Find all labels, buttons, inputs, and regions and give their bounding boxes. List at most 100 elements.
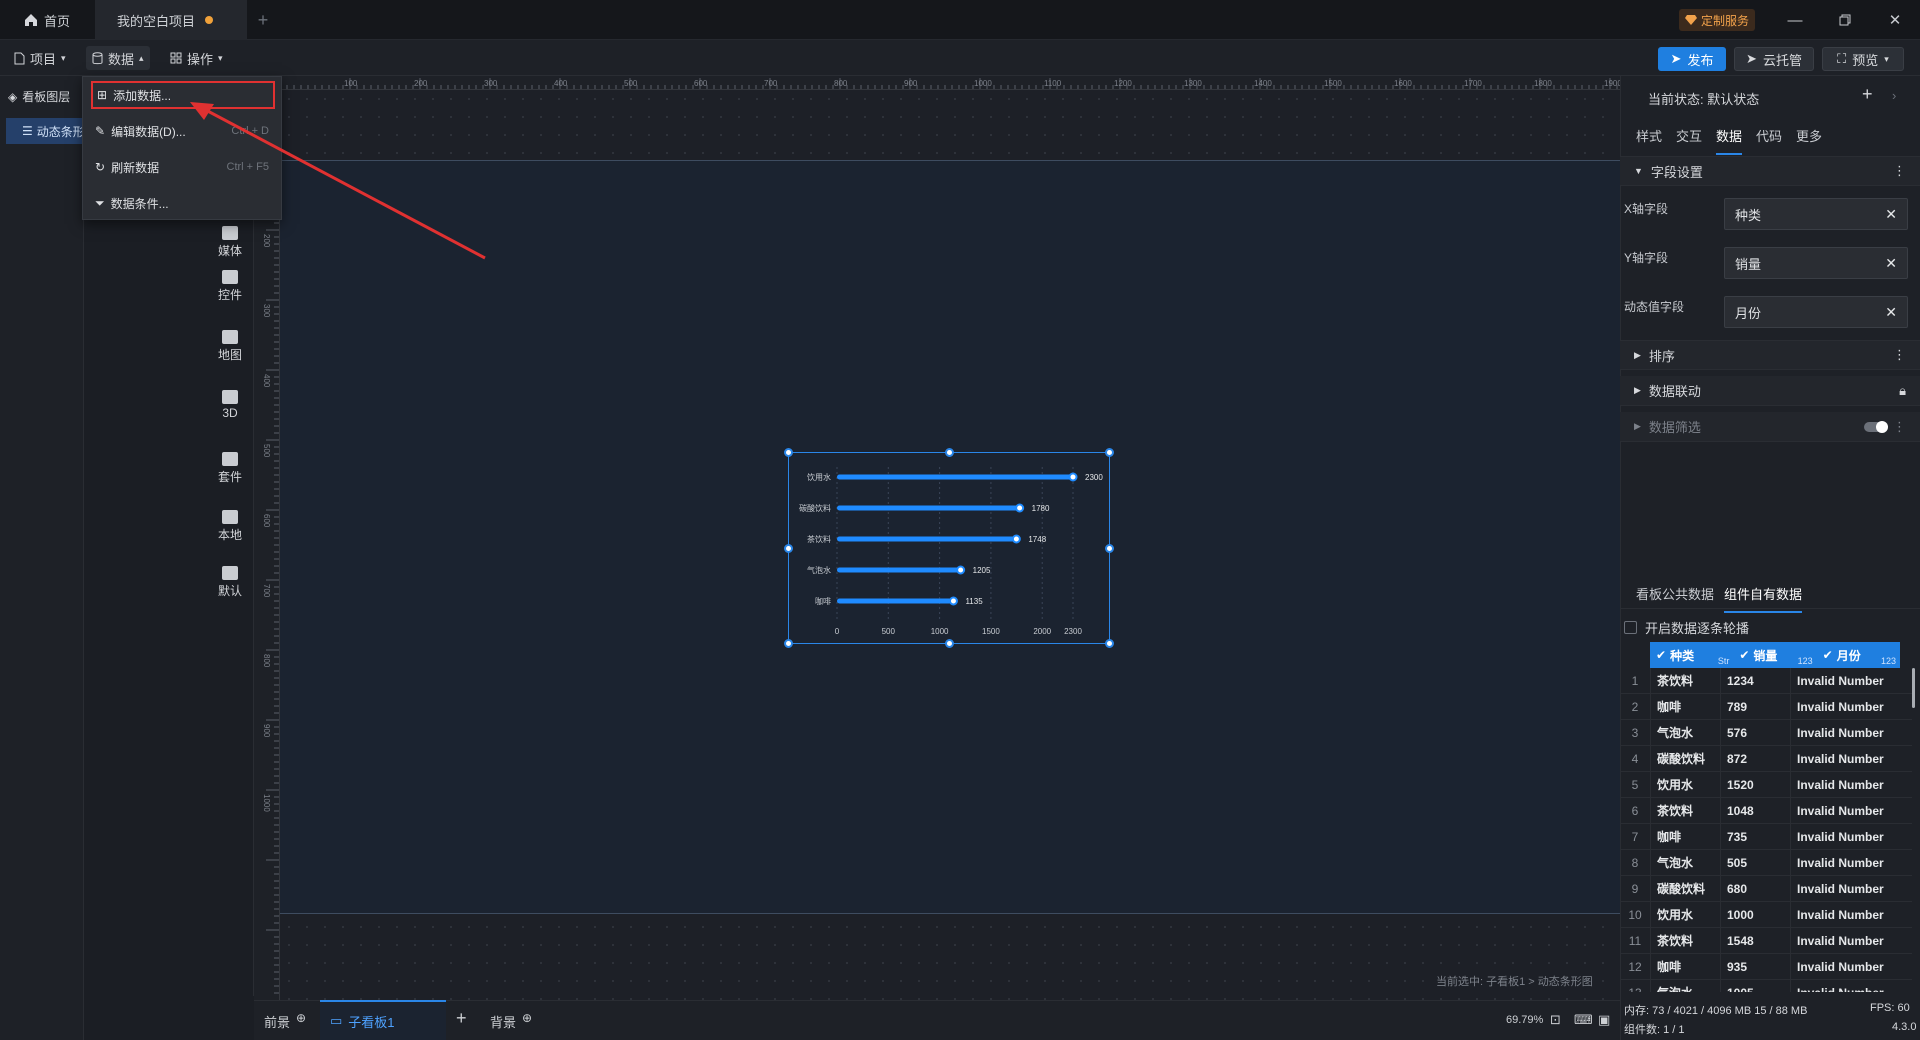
x-field-input[interactable]: 种类 ✕ [1724,198,1908,230]
component-category[interactable]: 地图 [206,330,254,363]
component-category[interactable]: 本地 [206,510,254,543]
table-cell[interactable]: Invalid Number [1790,824,1900,849]
table-cell[interactable]: 碳酸饮料 [1650,876,1720,901]
table-row[interactable]: 9 碳酸饮料 680 Invalid Number [1620,876,1912,902]
resize-handle[interactable] [1105,544,1114,553]
table-cell[interactable]: 872 [1720,746,1790,771]
keyboard-icon[interactable]: ⌨ [1574,1012,1593,1028]
table-cell[interactable]: Invalid Number [1790,850,1900,875]
table-cell[interactable]: 茶饮料 [1650,668,1720,693]
table-row[interactable]: 1 茶饮料 1234 Invalid Number [1620,668,1912,694]
table-row[interactable]: 6 茶饮料 1048 Invalid Number [1620,798,1912,824]
restore-button[interactable] [1820,0,1870,40]
table-row[interactable]: 4 碳酸饮料 872 Invalid Number [1620,746,1912,772]
cloud-hosting-button[interactable]: ➤ 云托管 [1734,47,1814,71]
resize-handle[interactable] [784,448,793,457]
data-linkage-section[interactable]: ▶ 数据联动 🔒︎ [1620,376,1920,406]
table-row[interactable]: 3 气泡水 576 Invalid Number [1620,720,1912,746]
table-cell[interactable]: 碳酸饮料 [1650,746,1720,771]
resize-handle[interactable] [784,639,793,648]
more-vertical-icon[interactable]: ⋮ [1893,419,1906,435]
table-cell[interactable]: 气泡水 [1650,720,1720,745]
table-cell[interactable]: 1520 [1720,772,1790,797]
sub-board-tab[interactable]: ▭ 子看板1 [320,1000,446,1040]
resize-handle[interactable] [945,448,954,457]
add-state-button[interactable]: + [1862,84,1873,105]
table-cell[interactable]: Invalid Number [1790,876,1900,901]
component-category[interactable]: 默认 [206,566,254,599]
table-cell[interactable]: Invalid Number [1790,980,1900,992]
component-category[interactable]: 套件 [206,452,254,485]
column-header-type[interactable]: ✔ 种类 Str [1650,642,1733,668]
add-tab-button[interactable]: + [247,0,279,40]
terminal-icon[interactable]: ▣ [1598,1012,1610,1028]
table-cell[interactable]: 1234 [1720,668,1790,693]
table-cell[interactable]: Invalid Number [1790,694,1900,719]
table-cell[interactable]: 680 [1720,876,1790,901]
table-cell[interactable]: Invalid Number [1790,902,1900,927]
foreground-tab[interactable]: 前景 ⊕ [264,1011,306,1031]
chevron-right-icon[interactable]: › [1892,88,1896,103]
carousel-checkbox[interactable] [1624,621,1637,634]
table-row[interactable]: 10 饮用水 1000 Invalid Number [1620,902,1912,928]
table-cell[interactable]: 1048 [1720,798,1790,823]
data-filter-section[interactable]: ▶ 数据筛选 ⋮ [1620,412,1920,442]
resize-handle[interactable] [945,639,954,648]
y-field-input[interactable]: 销量 ✕ [1724,247,1908,279]
preview-button[interactable]: ⛶ 预览 ▾ [1822,47,1904,71]
table-row[interactable]: 11 茶饮料 1548 Invalid Number [1620,928,1912,954]
tab-home[interactable]: 首页 [10,0,92,40]
table-cell[interactable]: Invalid Number [1790,928,1900,953]
clear-icon[interactable]: ✕ [1885,304,1897,321]
table-scrollbar[interactable] [1912,668,1915,708]
resize-handle[interactable] [784,544,793,553]
table-cell[interactable]: 505 [1720,850,1790,875]
custom-service-button[interactable]: 定制服务 [1679,9,1756,31]
more-vertical-icon[interactable]: ⋮ [1893,163,1906,179]
table-cell[interactable]: 茶饮料 [1650,798,1720,823]
menu-operation[interactable]: 操作 ▾ [164,46,229,70]
table-cell[interactable]: 1548 [1720,928,1790,953]
table-cell[interactable]: 饮用水 [1650,902,1720,927]
table-cell[interactable]: 789 [1720,694,1790,719]
tab-interaction[interactable]: 交互 [1676,126,1702,145]
tab-project[interactable]: 我的空白项目 [95,0,247,40]
add-circle-icon[interactable]: ⊕ [522,1011,532,1025]
fit-screen-icon[interactable]: ⊡ [1550,1012,1561,1028]
bar-chart-component[interactable]: 0 500 1000 1500 2000 2300 饮用水 2300 碳酸饮料 1780 茶饮料 17… [784,448,1114,648]
clear-icon[interactable]: ✕ [1885,255,1897,272]
table-cell[interactable]: Invalid Number [1790,954,1900,979]
table-row[interactable]: 5 饮用水 1520 Invalid Number [1620,772,1912,798]
column-header-month[interactable]: ✔ 月份 123 [1817,642,1900,668]
layer-item[interactable]: ☰ 动态条形图 [6,118,84,144]
carousel-option[interactable]: 开启数据逐条轮播 [1624,618,1749,637]
minimize-button[interactable]: — [1770,0,1820,40]
table-cell[interactable]: Invalid Number [1790,746,1900,771]
close-window-button[interactable]: ✕ [1870,0,1920,40]
table-cell[interactable]: 咖啡 [1650,824,1720,849]
table-cell[interactable]: 咖啡 [1650,954,1720,979]
clear-icon[interactable]: ✕ [1885,206,1897,223]
add-board-button[interactable]: + [456,1008,467,1029]
dynamic-field-input[interactable]: 月份 ✕ [1724,296,1908,328]
table-cell[interactable]: 1005 [1720,980,1790,992]
table-cell[interactable]: 735 [1720,824,1790,849]
table-row[interactable]: 7 咖啡 735 Invalid Number [1620,824,1912,850]
table-row[interactable]: 8 气泡水 505 Invalid Number [1620,850,1912,876]
table-cell[interactable]: 935 [1720,954,1790,979]
column-header-sales[interactable]: ✔ 销量 123 [1733,642,1816,668]
resize-handle[interactable] [1105,639,1114,648]
table-cell[interactable]: 1000 [1720,902,1790,927]
tab-style[interactable]: 样式 [1636,126,1662,145]
table-cell[interactable]: Invalid Number [1790,668,1900,693]
tab-code[interactable]: 代码 [1756,126,1782,145]
menu-data[interactable]: 数据 ▴ [86,46,150,70]
resize-handle[interactable] [1105,448,1114,457]
table-cell[interactable]: Invalid Number [1790,798,1900,823]
table-row[interactable]: 13气泡水1005Invalid Number [1620,980,1912,992]
table-cell[interactable]: 茶饮料 [1650,928,1720,953]
zoom-level[interactable]: 69.79% [1506,1014,1543,1026]
tab-more[interactable]: 更多 [1796,126,1822,145]
tab-public-data[interactable]: 看板公共数据 [1636,584,1714,603]
table-row[interactable]: 2 咖啡 789 Invalid Number [1620,694,1912,720]
